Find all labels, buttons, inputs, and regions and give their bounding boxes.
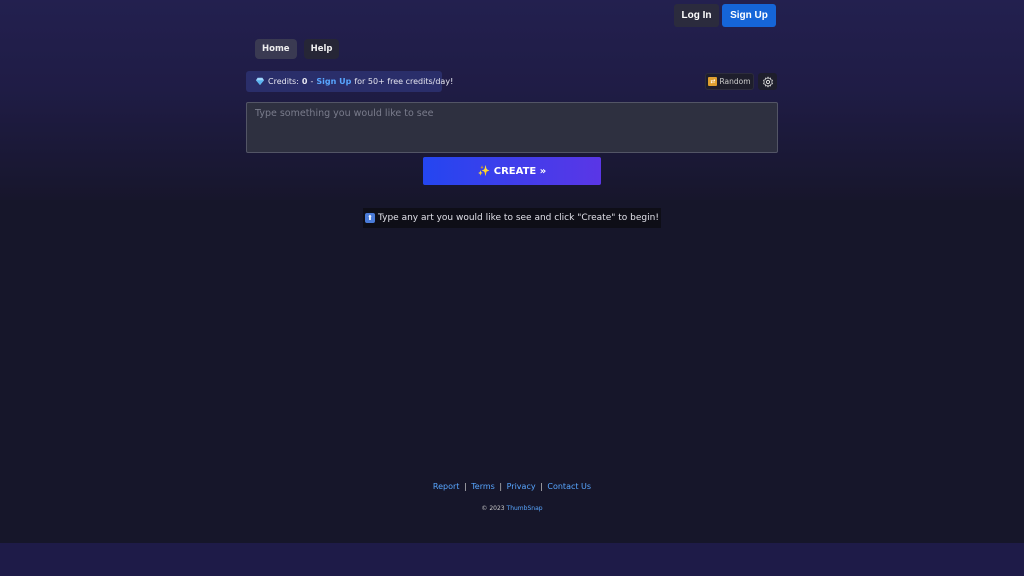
create-button[interactable]: ✨ CREATE » <box>423 157 601 185</box>
credits-signup-link[interactable]: Sign Up <box>316 77 351 86</box>
credits-label: Credits: <box>268 77 299 86</box>
settings-button[interactable] <box>758 73 777 90</box>
credits-banner: Credits: 0 - Sign Up for 50+ free credit… <box>246 71 453 92</box>
copyright: © 2023 ThumbSnap <box>0 505 1024 512</box>
random-button[interactable]: ⇄ Random <box>705 73 754 90</box>
footer-separator: | <box>540 482 543 491</box>
footer-separator: | <box>499 482 503 491</box>
prompt-input[interactable] <box>246 102 778 153</box>
signup-button[interactable]: Sign Up <box>722 4 776 27</box>
bottom-band <box>0 543 1024 576</box>
credits-count: 0 <box>301 77 308 86</box>
hint-text: Type any art you would like to see and c… <box>378 213 659 223</box>
gem-icon <box>256 77 264 87</box>
copyright-text: © 2023 <box>481 505 505 512</box>
random-label: Random <box>719 77 751 86</box>
hint-message: ⬆ Type any art you would like to see and… <box>363 208 661 228</box>
auth-buttons: Log In Sign Up <box>674 4 776 27</box>
footer-links: Report | Terms | Privacy | Contact Us <box>0 482 1024 491</box>
up-arrow-icon: ⬆ <box>365 213 376 223</box>
credits-dash: - <box>310 77 314 86</box>
brand-link[interactable]: ThumbSnap <box>507 505 543 512</box>
footer-link-contact[interactable]: Contact Us <box>547 482 591 491</box>
footer-separator: | <box>464 482 467 491</box>
credits-suffix: for 50+ free credits/day! <box>354 77 454 86</box>
shuffle-icon: ⇄ <box>708 77 718 86</box>
gear-icon <box>762 76 773 87</box>
login-button[interactable]: Log In <box>674 4 719 27</box>
footer-link-terms[interactable]: Terms <box>471 482 495 491</box>
nav-help[interactable]: Help <box>303 39 340 59</box>
nav-home[interactable]: Home <box>255 39 297 59</box>
footer-link-privacy[interactable]: Privacy <box>507 482 536 491</box>
footer-link-report[interactable]: Report <box>433 482 460 491</box>
main-nav: Home Help <box>255 39 340 59</box>
